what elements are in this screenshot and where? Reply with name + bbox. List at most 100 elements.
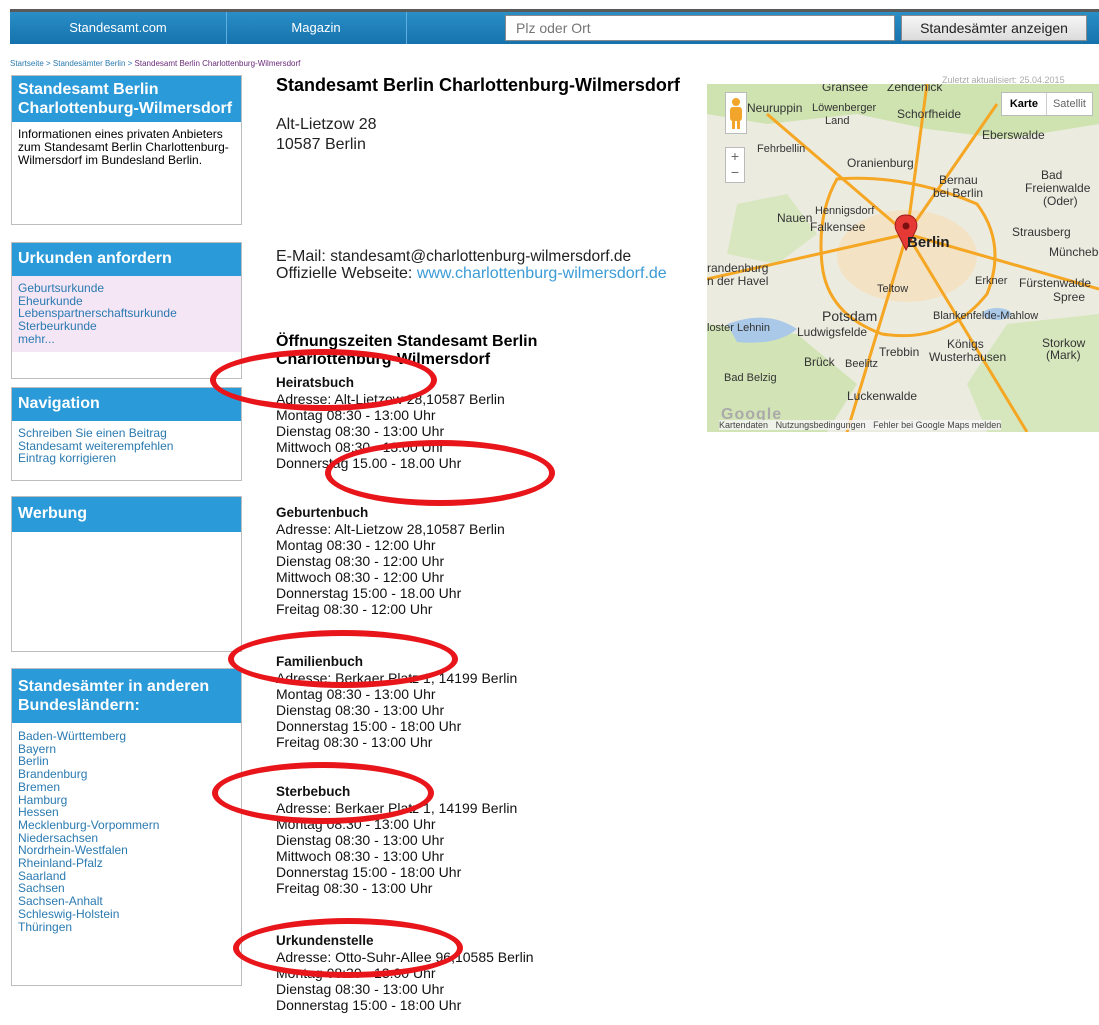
certificate-link-birth[interactable]: Geburtsurkunde (18, 282, 235, 295)
navigation-link-list: Schreiben Sie einen Beitrag Standesamt w… (12, 421, 241, 471)
address-street: Alt-Lietzow 28 (276, 116, 377, 133)
sidebar-ads-box: Werbung (11, 496, 242, 652)
annotation-ellipse (325, 440, 555, 506)
map-label: Nauen (777, 211, 812, 225)
section-line: Montag 08:30 - 13:00 Uhr (276, 686, 436, 702)
map-label: Beelitz (845, 358, 878, 370)
page-title: Standesamt Berlin Charlottenburg-Wilmers… (276, 75, 680, 95)
map-label: Gransee (822, 84, 868, 94)
state-link[interactable]: Brandenburg (18, 768, 235, 781)
breadcrumb-separator: > (43, 59, 53, 68)
section-line: Mittwoch 08:30 - 12:00 Uhr (276, 569, 445, 585)
map-label: randenburg (707, 261, 768, 275)
map-label: Erkner (975, 275, 1008, 287)
nav-tab-standesamt[interactable]: Standesamt.com (10, 12, 227, 44)
sidebar-info-title: Standesamt Berlin Charlottenburg-Wilmers… (12, 76, 241, 122)
sidebar-navigation-title: Navigation (12, 388, 241, 421)
map-label: Neuruppin (747, 101, 802, 115)
website-label: Offizielle Webseite: (276, 265, 413, 282)
sidebar-ads-title: Werbung (12, 497, 241, 532)
zoom-in-button[interactable]: + (726, 148, 744, 164)
section-line: Montag 08:30 - 12:00 Uhr (276, 537, 436, 553)
state-link[interactable]: Thüringen (18, 920, 235, 934)
state-link-list: Baden-Württemberg Bayern Berlin Brandenb… (12, 723, 241, 939)
state-link[interactable]: Bayern (18, 742, 235, 756)
map-label: (Mark) (1046, 348, 1081, 362)
map-label: Fehrbellin (757, 143, 805, 155)
map-label: Bad (1041, 168, 1062, 182)
annotation-ellipse (212, 762, 434, 824)
state-link[interactable]: Schleswig-Holstein (18, 908, 235, 921)
certificate-link-list: Geburtsurkunde Eheurkunde Lebenspartners… (12, 276, 241, 352)
sidebar-states-title: Standesämter in anderen Bundesländern: (12, 669, 241, 723)
email-label: E-Mail: (276, 248, 326, 265)
map-label: Freienwalde (1025, 181, 1091, 195)
annotation-ellipse (233, 918, 463, 978)
map-label: loster Lehnin (707, 322, 770, 334)
report-error-link[interactable]: Fehler bei Google Maps melden (873, 420, 1001, 430)
navigation-link-correct[interactable]: Eintrag korrigieren (18, 452, 235, 465)
state-link[interactable]: Bremen (18, 781, 235, 794)
sidebar-certificates-box: Urkunden anfordern Geburtsurkunde Eheurk… (11, 242, 242, 379)
breadcrumb-separator: > (125, 59, 135, 68)
street-view-pegman-icon[interactable] (725, 92, 747, 134)
website-link[interactable]: www.charlottenburg-wilmersdorf.de (417, 265, 667, 282)
certificate-link-more[interactable]: mehr... (18, 333, 235, 346)
map-label: Ludwigsfelde (797, 325, 867, 339)
map-label: Bad Belzig (724, 372, 777, 384)
office-address: Alt-Lietzow 28 10587 Berlin (276, 115, 716, 155)
location-search-input[interactable] (505, 15, 895, 41)
section-line: Dienstag 08:30 - 13:00 Uhr (276, 702, 445, 718)
map-label: Potsdam (822, 308, 877, 324)
map-type-button[interactable]: Karte (1002, 93, 1047, 115)
state-link[interactable]: Rheinland-Pfalz (18, 857, 235, 870)
map-label: Teltow (877, 283, 908, 295)
certificate-link-death[interactable]: Sterbeurkunde (18, 320, 235, 333)
map-label: Bernau (939, 173, 978, 187)
breadcrumb-link-berlin[interactable]: Standesämter Berlin (53, 59, 125, 68)
contact-info: E-Mail: standesamt@charlottenburg-wilmer… (276, 248, 716, 282)
sidebar-info-box: Standesamt Berlin Charlottenburg-Wilmers… (11, 75, 242, 225)
map-label: n der Havel (707, 274, 768, 288)
map-type-control: Karte Satellit (1000, 92, 1093, 116)
section-line: Freitag 08:30 - 12:00 Uhr (276, 601, 433, 617)
map-canvas[interactable]: Gransee Zehdenick Neuruppin Löwenberger … (707, 84, 1099, 432)
terms-link[interactable]: Nutzungsbedingungen (776, 420, 866, 430)
sidebar-certificates-title: Urkunden anfordern (12, 243, 241, 276)
map-label: Luckenwalde (847, 389, 917, 403)
map-label: Eberswalde (982, 128, 1045, 142)
section-line: Dienstag 08:30 - 13:00 Uhr (276, 981, 445, 997)
state-link[interactable]: Baden-Württemberg (18, 730, 235, 743)
section-line: Mittwoch 08:30 - 13:00 Uhr (276, 848, 445, 864)
show-registry-offices-button[interactable]: Standesämter anzeigen (901, 15, 1087, 41)
google-map[interactable]: Gransee Zehdenick Neuruppin Löwenberger … (707, 84, 1099, 432)
map-label: Oranienburg (847, 156, 914, 170)
zoom-control: + − (725, 147, 745, 183)
map-label: Brück (804, 355, 836, 369)
section-line: Adresse: Alt-Lietzow 28,10587 Berlin (276, 521, 505, 537)
section-line: Donnerstag 15:00 - 18:00 Uhr (276, 864, 462, 880)
map-label: Königs (947, 337, 984, 351)
map-label: Berlin (907, 234, 950, 251)
map-label: Falkensee (810, 220, 866, 234)
map-label: Müncheberg (1049, 245, 1099, 259)
address-city: 10587 Berlin (276, 136, 366, 153)
breadcrumb-link-home[interactable]: Startseite (10, 59, 44, 68)
section-heading: Geburtenbuch (276, 505, 369, 520)
map-label: Land (825, 115, 849, 127)
state-link[interactable]: Sachsen-Anhalt (18, 895, 235, 908)
sidebar-navigation-box: Navigation Schreiben Sie einen Beitrag S… (11, 387, 242, 481)
state-link[interactable]: Mecklenburg-Vorpommern (18, 819, 235, 832)
satellite-type-button[interactable]: Satellit (1047, 93, 1092, 115)
section-line: Donnerstag 15:00 - 18.00 Uhr (276, 585, 462, 601)
main-content: Standesamt Berlin Charlottenburg-Wilmers… (276, 75, 716, 1013)
hours-section-geburtenbuch: Geburtenbuch Adresse: Alt-Lietzow 28,105… (276, 505, 636, 617)
map-data-link[interactable]: Kartendaten (719, 420, 768, 430)
nav-tab-magazin[interactable]: Magazin (226, 12, 407, 44)
zoom-out-button[interactable]: − (726, 164, 744, 180)
breadcrumb: Startseite > Standesämter Berlin > Stand… (10, 59, 300, 68)
navigation-link-write-post[interactable]: Schreiben Sie einen Beitrag (18, 427, 235, 440)
section-line: Freitag 08:30 - 13:00 Uhr (276, 734, 433, 750)
map-label: Blankenfelde-Mahlow (933, 310, 1038, 322)
section-line: Donnerstag 15:00 - 18:00 Uhr (276, 718, 462, 734)
